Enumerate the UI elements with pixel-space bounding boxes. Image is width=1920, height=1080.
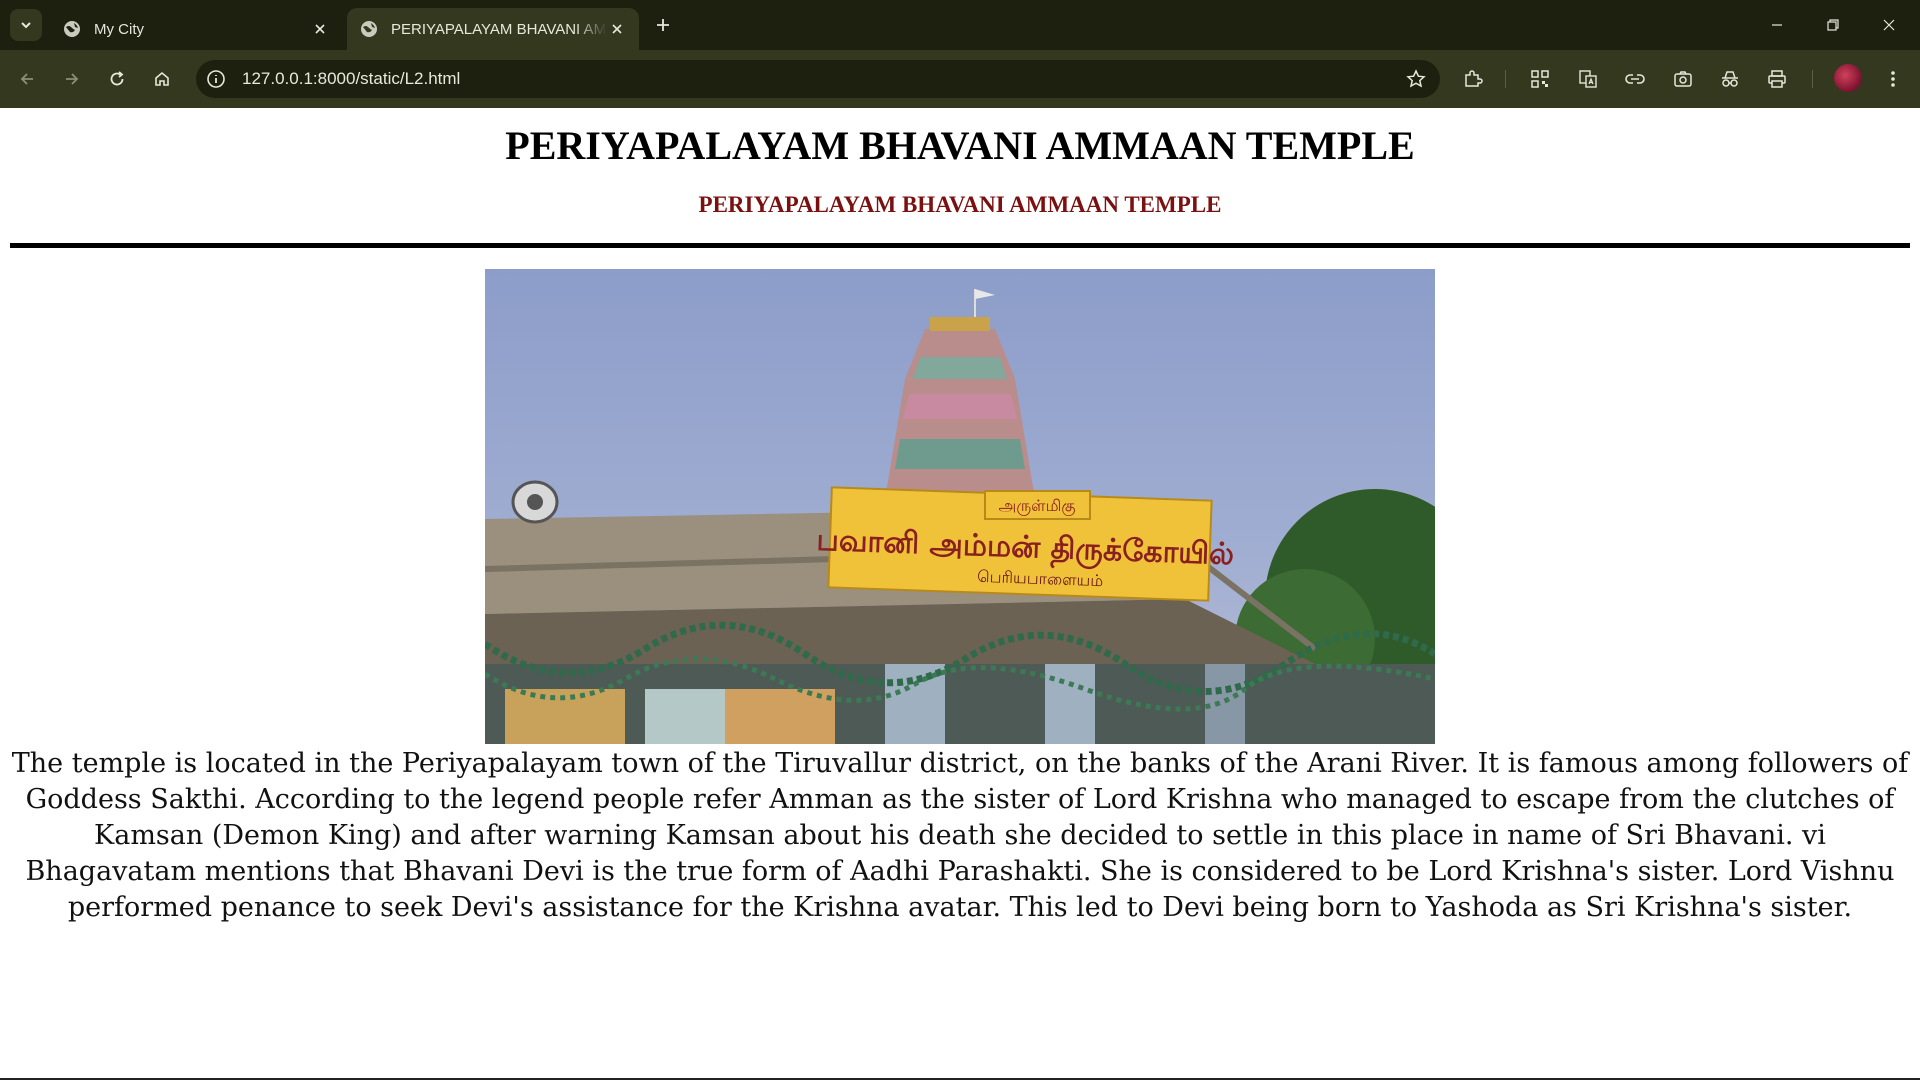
site-info-icon[interactable] — [204, 67, 228, 91]
translate-icon[interactable] — [1573, 64, 1603, 94]
globe-icon — [361, 21, 377, 37]
address-bar[interactable]: 127.0.0.1:8000/static/L2.html — [196, 60, 1440, 98]
incognito-icon[interactable] — [1715, 64, 1745, 94]
horizontal-rule — [10, 243, 1910, 248]
qr-code-icon[interactable] — [1525, 64, 1555, 94]
page-subtitle: PERIYAPALAYAM BHAVANI AMMAAN TEMPLE — [698, 192, 1222, 217]
globe-icon — [64, 21, 80, 37]
signboard-line1: அருள்மிகு — [999, 496, 1076, 516]
extensions-icon[interactable] — [1458, 64, 1488, 94]
back-icon[interactable] — [11, 63, 43, 95]
restore-icon[interactable] — [1810, 8, 1856, 42]
reload-icon[interactable] — [101, 63, 133, 95]
link-icon[interactable] — [1620, 64, 1650, 94]
temple-description: The temple is located in the Periyapalay… — [11, 748, 1909, 923]
tab-my-city[interactable]: My City — [50, 8, 342, 50]
temple-photo: அருள்மிகு பவானி அம்மன் திருக்கோயில் பெரி… — [485, 269, 1435, 744]
new-tab-icon[interactable] — [650, 12, 676, 38]
forward-icon[interactable] — [56, 63, 88, 95]
close-icon[interactable] — [607, 19, 627, 39]
home-icon[interactable] — [146, 63, 178, 95]
tab-search-button[interactable] — [10, 9, 42, 41]
tab-title: PERIYAPALAYAM BHAVANI AMMAAN TEMPLE — [391, 20, 607, 38]
window-close-icon[interactable] — [1866, 8, 1912, 42]
minimize-icon[interactable] — [1754, 8, 1800, 42]
url-text[interactable]: 127.0.0.1:8000/static/L2.html — [242, 69, 460, 89]
more-menu-icon[interactable] — [1878, 64, 1908, 94]
page-content: PERIYAPALAYAM BHAVANI AMMAAN TEMPLE PERI… — [0, 108, 1920, 1080]
toolbar-divider — [1505, 70, 1506, 88]
browser-toolbar: 127.0.0.1:8000/static/L2.html — [0, 50, 1920, 108]
print-icon[interactable] — [1762, 64, 1792, 94]
screenshot-icon[interactable] — [1668, 64, 1698, 94]
browser-tab-strip: My City PERIYAPALAYAM BHAVANI AMMAAN TEM… — [0, 0, 1920, 50]
toolbar-divider — [1812, 70, 1813, 88]
bookmark-star-icon[interactable] — [1404, 67, 1428, 91]
chevron-down-icon — [21, 22, 31, 29]
page-title: PERIYAPALAYAM BHAVANI AMMAAN TEMPLE — [505, 123, 1415, 168]
close-icon[interactable] — [310, 19, 330, 39]
profile-avatar[interactable] — [1834, 64, 1862, 92]
tab-temple[interactable]: PERIYAPALAYAM BHAVANI AMMAAN TEMPLE — [347, 8, 639, 50]
tab-title: My City — [94, 20, 144, 38]
